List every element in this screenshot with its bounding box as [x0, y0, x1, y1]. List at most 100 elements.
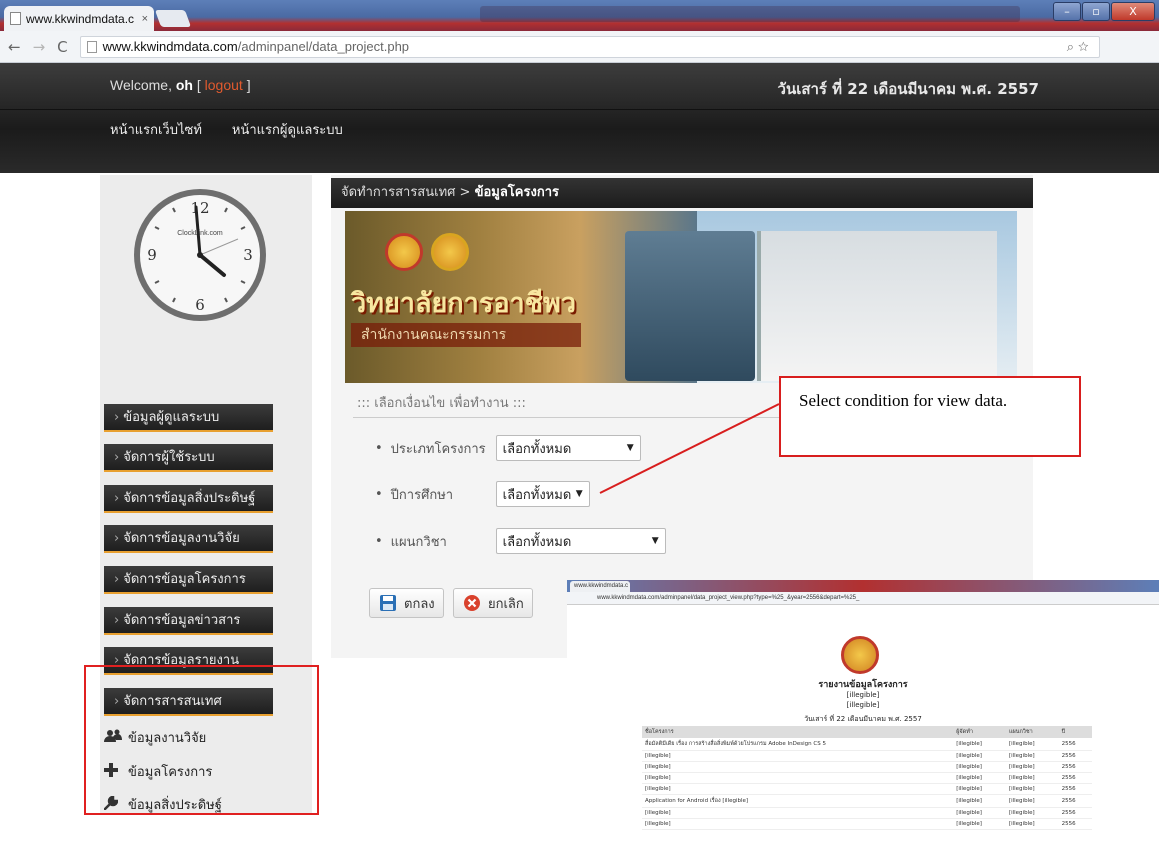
- sidebar-item-manage-news[interactable]: › จัดการข้อมูลข่าวสาร: [104, 607, 273, 635]
- sidebar-item-manage-inventions[interactable]: › จัดการข้อมูลสิ่งประดิษฐ์: [104, 485, 273, 513]
- banner-building: [757, 231, 997, 381]
- welcome-text: Welcome, oh [ logout ]: [110, 77, 251, 93]
- table-cell: สื่อมัลติมีเดีย เรื่อง การสร้างสื่อสิ่งพ…: [642, 738, 954, 751]
- address-bar[interactable]: www.kkwindmdata.com /adminpanel/data_pro…: [79, 35, 1100, 58]
- college-logo: [841, 636, 879, 674]
- filter-department: • แผนกวิชา เลือกทั้งหมด ▼: [375, 528, 666, 554]
- current-date: วันเสาร์ ที่ 22 เดือนมีนาคม พ.ศ. 2557: [777, 80, 1039, 98]
- forward-icon[interactable]: →: [33, 38, 46, 56]
- project-type-select[interactable]: เลือกทั้งหมด ▼: [495, 435, 641, 461]
- browser-toolbar: ← → C www.kkwindmdata.com /adminpanel/da…: [0, 31, 1159, 63]
- royal-emblem-icon: [431, 233, 469, 271]
- page-icon: [10, 12, 21, 25]
- table-row: สื่อมัลติมีเดีย เรื่อง การสร้างสื่อสิ่งพ…: [642, 738, 1092, 751]
- username: oh: [175, 77, 193, 93]
- clock-numeral-12: 12: [190, 199, 209, 217]
- dropdown-arrow-icon: ▼: [575, 489, 583, 499]
- sidebar-item-label: จัดการข้อมูลงานวิจัย: [123, 531, 240, 546]
- logout-bracket-close: ]: [246, 77, 251, 93]
- table-cell: 2556: [1058, 818, 1092, 830]
- report-line2: [illegible]: [846, 701, 880, 709]
- college-seal-icon: [385, 233, 423, 271]
- table-row: [illegible] [illegible] [illegible] 2556: [642, 818, 1092, 830]
- column-header: แผนกวิชา: [1005, 726, 1059, 738]
- table-row: [illegible] [illegible] [illegible] 2556: [642, 807, 1092, 819]
- cancel-label: ยกเลิก: [488, 596, 524, 612]
- report-table: ชื่อโครงการ ผู้จัดทำ แผนกวิชา ปี สื่อมัล…: [642, 726, 1092, 830]
- tab-close-icon[interactable]: ×: [142, 13, 148, 25]
- dropdown-arrow-icon: ▼: [626, 443, 634, 453]
- logout-link[interactable]: logout: [205, 77, 243, 93]
- maximize-button[interactable]: ▫: [1082, 2, 1110, 21]
- inset-titlebar: [567, 580, 1159, 592]
- filter-label: ปีการศึกษา: [390, 487, 454, 503]
- sidebar-item-label: จัดการข้อมูลสิ่งประดิษฐ์: [123, 491, 256, 506]
- bullet: •: [375, 440, 383, 456]
- new-tab-button[interactable]: [154, 10, 192, 27]
- sidebar-item-manage-projects[interactable]: › จัดการข้อมูลโครงการ: [104, 566, 273, 594]
- dropdown-arrow-icon: ▼: [651, 536, 659, 546]
- browser-tab[interactable]: www.kkwindmdata.c ×: [4, 6, 154, 31]
- table-cell: [illegible]: [953, 807, 1006, 819]
- sidebar-item-manage-research[interactable]: › จัดการข้อมูลงานวิจัย: [104, 525, 273, 553]
- report-date: วันเสาร์ ที่ 22 เดือนมีนาคม พ.ศ. 2557: [804, 715, 922, 723]
- filter-academic-year: • ปีการศึกษา เลือกทั้งหมด ▼: [375, 481, 590, 507]
- table-cell: [illegible]: [642, 772, 954, 784]
- select-value: เลือกทั้งหมด: [502, 487, 572, 503]
- tab-title: www.kkwindmdata.c: [26, 11, 135, 26]
- table-row: [illegible] [illegible] [illegible] 2556: [642, 783, 1092, 795]
- table-cell: [illegible]: [642, 807, 954, 819]
- table-cell: Application for Android เรื่อง [illegibl…: [642, 794, 954, 808]
- report-table-body: สื่อมัลติมีเดีย เรื่อง การสร้างสื่อสิ่งพ…: [642, 738, 1092, 830]
- sidebar-item-admin-info[interactable]: › ข้อมูลผู้ดูแลระบบ: [104, 404, 273, 432]
- breadcrumb: จัดทำการสารสนเทศ > ข้อมูลโครงการ: [331, 178, 1033, 208]
- nav-website-home[interactable]: หน้าแรกเว็บไซท์: [110, 119, 202, 140]
- back-icon[interactable]: ←: [8, 38, 21, 56]
- header-divider: [0, 109, 1159, 110]
- bullet: •: [375, 533, 383, 549]
- table-header-row: ชื่อโครงการ ผู้จัดทำ แผนกวิชา ปี: [642, 726, 1092, 738]
- table-row: [illegible] [illegible] [illegible] 2556: [642, 750, 1092, 762]
- filter-project-type: • ประเภทโครงการ เลือกทั้งหมด ▼: [375, 435, 641, 461]
- zoom-star-icons[interactable]: ⌕☆: [1067, 39, 1093, 55]
- minimize-button[interactable]: –: [1053, 2, 1081, 21]
- column-header: ปี: [1058, 726, 1092, 738]
- banner-subtitle: สำนักงานคณะกรรมการ: [351, 323, 581, 347]
- table-cell: [illegible]: [642, 761, 954, 773]
- table-cell: 2556: [1058, 794, 1092, 808]
- logout-bracket-open: [: [196, 77, 201, 93]
- table-cell: 2556: [1058, 807, 1092, 819]
- table-row: [illegible] [illegible] [illegible] 2556: [642, 761, 1092, 773]
- table-cell: [illegible]: [953, 750, 1006, 762]
- chevron-right-icon: ›: [114, 613, 120, 628]
- chevron-right-icon: ›: [114, 410, 120, 425]
- college-banner: วิทยาลัยการอาชีพว สำนักงานคณะกรรมการ: [345, 211, 1017, 383]
- reload-icon[interactable]: C: [57, 38, 67, 56]
- nav-admin-home[interactable]: หน้าแรกผู้ดูแลระบบ: [232, 119, 343, 140]
- clock-numeral-9: 9: [147, 246, 157, 264]
- site-header: Welcome, oh [ logout ] วันเสาร์ ที่ 22 เ…: [0, 63, 1159, 173]
- table-cell: [illegible]: [642, 818, 954, 830]
- department-select[interactable]: เลือกทั้งหมด ▼: [495, 528, 666, 554]
- table-cell: 2556: [1058, 761, 1092, 773]
- chevron-right-icon: ›: [114, 491, 120, 506]
- table-cell: [illegible]: [1005, 783, 1059, 795]
- cancel-button[interactable]: ยกเลิก: [453, 588, 533, 618]
- bullet: •: [375, 486, 383, 502]
- table-cell: [illegible]: [642, 783, 954, 795]
- filter-label: ประเภทโครงการ: [390, 441, 486, 457]
- breadcrumb-parent[interactable]: จัดทำการสารสนเทศ: [341, 185, 455, 200]
- sidebar-item-manage-users[interactable]: › จัดการผู้ใช้ระบบ: [104, 444, 273, 472]
- chevron-right-icon: ›: [114, 572, 120, 587]
- ok-button[interactable]: ตกลง: [369, 588, 444, 618]
- close-button[interactable]: X: [1111, 2, 1155, 21]
- table-cell: [illegible]: [1005, 772, 1059, 784]
- sidebar-item-label: ข้อมูลผู้ดูแลระบบ: [123, 410, 220, 425]
- clock-brand: ClockLink.com: [177, 230, 223, 237]
- column-header: ชื่อโครงการ: [642, 726, 954, 738]
- table-cell: 2556: [1058, 750, 1092, 762]
- table-cell: [illegible]: [953, 772, 1006, 784]
- academic-year-select[interactable]: เลือกทั้งหมด ▼: [495, 481, 590, 507]
- table-cell: [illegible]: [1005, 761, 1059, 773]
- highlight-box-sidebar: [84, 665, 319, 815]
